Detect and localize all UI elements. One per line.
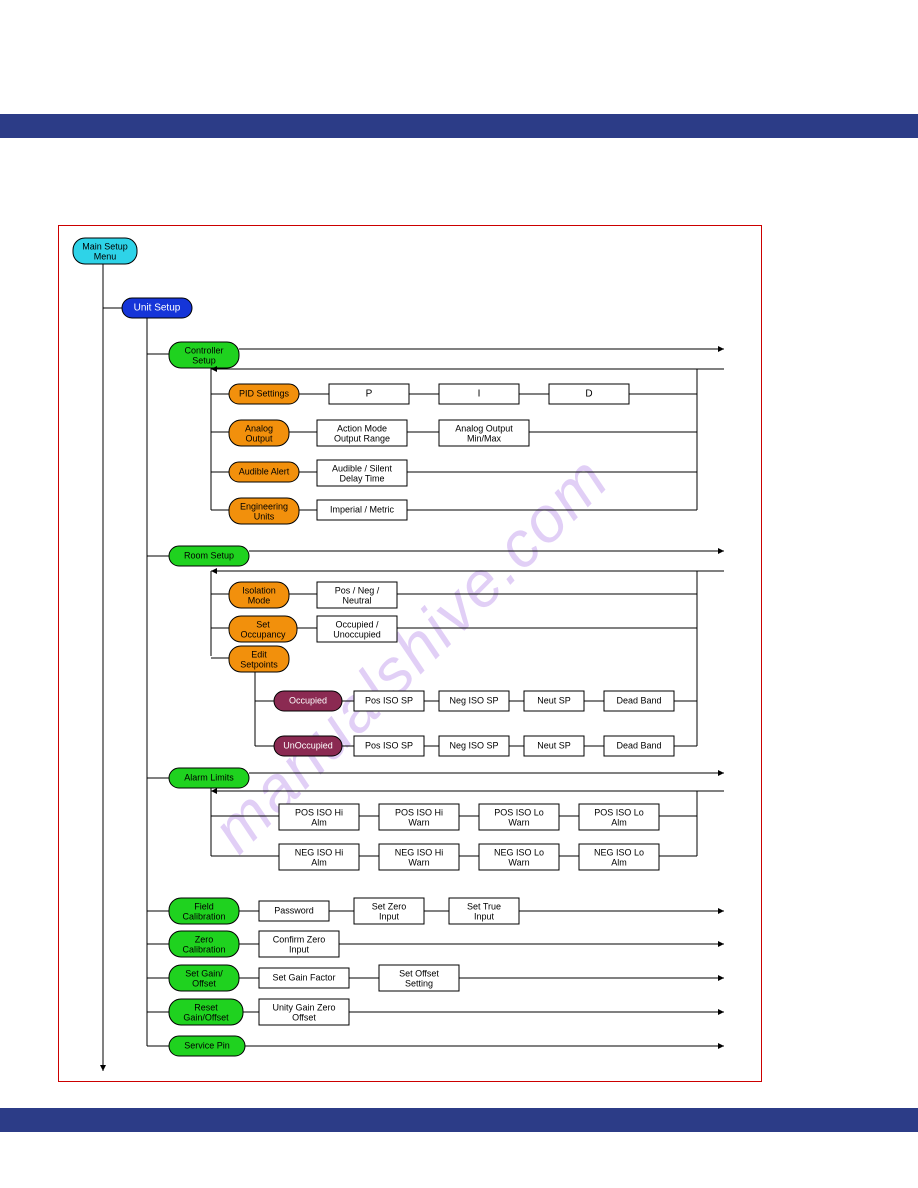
svg-text:Dead Band: Dead Band [616, 695, 661, 705]
svg-text:I: I [478, 389, 481, 400]
svg-text:Delay Time: Delay Time [339, 473, 384, 483]
svg-text:Mode: Mode [248, 595, 271, 605]
svg-text:Pos / Neg /: Pos / Neg / [335, 585, 380, 595]
svg-text:Controller: Controller [184, 345, 223, 355]
svg-text:Set: Set [256, 619, 270, 629]
svg-text:Calibration: Calibration [182, 911, 225, 921]
svg-text:Units: Units [254, 511, 275, 521]
svg-text:Analog: Analog [245, 423, 273, 433]
footer-bar [0, 1108, 918, 1132]
svg-text:Alarm Limits: Alarm Limits [184, 772, 234, 782]
svg-text:POS ISO Hi: POS ISO Hi [295, 807, 343, 817]
svg-text:Engineering: Engineering [240, 501, 288, 511]
svg-text:Alm: Alm [311, 857, 327, 867]
svg-text:Alm: Alm [611, 817, 627, 827]
svg-text:Setup: Setup [192, 355, 216, 365]
svg-text:Warn: Warn [508, 817, 529, 827]
svg-text:Confirm Zero: Confirm Zero [273, 934, 326, 944]
svg-text:Offset: Offset [292, 1012, 316, 1022]
svg-text:Output: Output [245, 433, 273, 443]
svg-text:Action Mode: Action Mode [337, 423, 387, 433]
svg-text:Pos ISO SP: Pos ISO SP [365, 695, 413, 705]
svg-text:Analog Output: Analog Output [455, 423, 513, 433]
svg-text:Occupancy: Occupancy [240, 629, 286, 639]
svg-text:Setpoints: Setpoints [240, 659, 278, 669]
svg-text:Room Setup: Room Setup [184, 550, 234, 560]
svg-text:Offset: Offset [192, 978, 216, 988]
svg-text:Gain/Offset: Gain/Offset [183, 1012, 229, 1022]
svg-text:Set Gain Factor: Set Gain Factor [272, 972, 335, 982]
svg-text:Occupied /: Occupied / [335, 619, 379, 629]
svg-text:Field: Field [194, 901, 214, 911]
svg-text:D: D [585, 389, 592, 400]
svg-text:Unit Setup: Unit Setup [134, 303, 181, 314]
svg-text:NEG ISO Lo: NEG ISO Lo [494, 847, 544, 857]
svg-text:Alm: Alm [611, 857, 627, 867]
svg-text:Set Offset: Set Offset [399, 968, 439, 978]
svg-text:Menu: Menu [94, 251, 117, 261]
svg-text:Dead Band: Dead Band [616, 740, 661, 750]
svg-text:NEG ISO Lo: NEG ISO Lo [594, 847, 644, 857]
svg-text:Warn: Warn [508, 857, 529, 867]
svg-text:Neg ISO SP: Neg ISO SP [449, 740, 498, 750]
svg-text:Password: Password [274, 905, 314, 915]
svg-text:PID Settings: PID Settings [239, 388, 290, 398]
svg-text:Service Pin: Service Pin [184, 1040, 230, 1050]
svg-text:Output Range: Output Range [334, 433, 390, 443]
svg-text:Unoccupied: Unoccupied [333, 629, 381, 639]
svg-text:UnOccupied: UnOccupied [283, 740, 333, 750]
svg-text:POS ISO Lo: POS ISO Lo [594, 807, 644, 817]
svg-text:Audible Alert: Audible Alert [239, 466, 290, 476]
svg-text:Neut SP: Neut SP [537, 695, 571, 705]
svg-text:Audible / Silent: Audible / Silent [332, 463, 393, 473]
svg-text:Isolation: Isolation [242, 585, 276, 595]
svg-text:Set True: Set True [467, 901, 501, 911]
diagram-frame: manualshive.com Main Setup Menu Unit Set… [58, 225, 762, 1082]
svg-text:Set Zero: Set Zero [372, 901, 407, 911]
svg-text:Input: Input [474, 911, 495, 921]
svg-text:Unity Gain Zero: Unity Gain Zero [272, 1002, 335, 1012]
svg-text:Min/Max: Min/Max [467, 433, 502, 443]
svg-text:Input: Input [379, 911, 400, 921]
svg-text:Neutral: Neutral [342, 595, 371, 605]
svg-text:Setting: Setting [405, 978, 433, 988]
svg-text:Neg ISO SP: Neg ISO SP [449, 695, 498, 705]
flowchart: Main Setup Menu Unit Setup Controller Se… [59, 226, 761, 1081]
svg-text:Calibration: Calibration [182, 944, 225, 954]
svg-text:NEG ISO Hi: NEG ISO Hi [395, 847, 444, 857]
svg-text:Edit: Edit [251, 649, 267, 659]
svg-text:Reset: Reset [194, 1002, 218, 1012]
svg-text:Zero: Zero [195, 934, 214, 944]
svg-text:P: P [366, 389, 373, 400]
svg-text:Set Gain/: Set Gain/ [185, 968, 223, 978]
svg-text:Alm: Alm [311, 817, 327, 827]
svg-text:POS ISO Lo: POS ISO Lo [494, 807, 544, 817]
svg-text:Main Setup: Main Setup [82, 241, 128, 251]
svg-text:Warn: Warn [408, 857, 429, 867]
svg-text:Pos ISO SP: Pos ISO SP [365, 740, 413, 750]
svg-text:Warn: Warn [408, 817, 429, 827]
svg-text:NEG ISO Hi: NEG ISO Hi [295, 847, 344, 857]
svg-text:Imperial / Metric: Imperial / Metric [330, 504, 395, 514]
svg-text:Occupied: Occupied [289, 695, 327, 705]
header-bar [0, 114, 918, 138]
svg-text:Neut SP: Neut SP [537, 740, 571, 750]
svg-text:POS ISO Hi: POS ISO Hi [395, 807, 443, 817]
svg-text:Input: Input [289, 944, 310, 954]
